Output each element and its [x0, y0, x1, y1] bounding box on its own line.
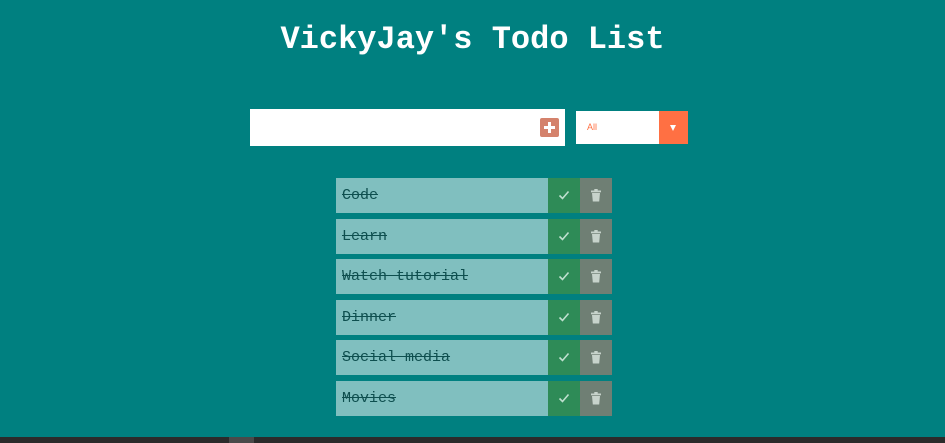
page-title: VickyJay's Todo List [280, 21, 665, 58]
trash-icon [591, 270, 601, 283]
complete-button[interactable] [548, 178, 580, 213]
todo-text: Dinner [342, 308, 397, 326]
todo-item: Watch tutorial [336, 259, 612, 295]
todo-list: Code Learn Watch tutorial Dinner Social … [336, 178, 612, 422]
add-todo-button[interactable] [540, 118, 559, 137]
trash-icon [591, 310, 601, 324]
complete-button[interactable] [548, 218, 580, 254]
delete-button[interactable] [580, 178, 612, 213]
complete-button[interactable] [548, 380, 580, 416]
todo-item: Dinner [336, 299, 612, 335]
todo-text: Movies [342, 389, 397, 407]
complete-button[interactable] [548, 299, 580, 335]
trash-icon [591, 351, 601, 364]
todo-input[interactable] [250, 109, 535, 146]
check-icon [558, 393, 570, 403]
todo-form [250, 109, 565, 146]
check-icon [558, 353, 570, 363]
trash-icon [591, 229, 601, 243]
delete-button[interactable] [580, 380, 612, 416]
delete-button[interactable] [580, 218, 612, 254]
trash-icon [591, 391, 601, 405]
taskbar [0, 437, 945, 443]
todo-item: Code [336, 178, 612, 213]
todo-text: Code [342, 187, 379, 204]
filter-selected-value: All [587, 122, 598, 132]
check-icon [558, 231, 570, 241]
todo-item: Movies [336, 380, 612, 416]
check-icon [558, 190, 570, 200]
todo-text: Social media [342, 349, 451, 367]
todo-item: Learn [336, 218, 612, 254]
complete-button[interactable] [548, 340, 580, 376]
delete-button[interactable] [580, 259, 612, 295]
check-icon [558, 272, 570, 281]
chevron-down-icon [670, 125, 676, 131]
filter-select[interactable]: All [576, 111, 688, 144]
complete-button[interactable] [548, 259, 580, 295]
delete-button[interactable] [580, 299, 612, 335]
todo-text: Watch tutorial [342, 268, 469, 286]
trash-icon [591, 189, 601, 202]
todo-text: Learn [342, 227, 388, 245]
filter-dropdown-button[interactable] [659, 111, 688, 144]
todo-item: Social media [336, 340, 612, 376]
check-icon [558, 312, 570, 322]
delete-button[interactable] [580, 340, 612, 376]
taskbar-item[interactable] [229, 437, 254, 443]
